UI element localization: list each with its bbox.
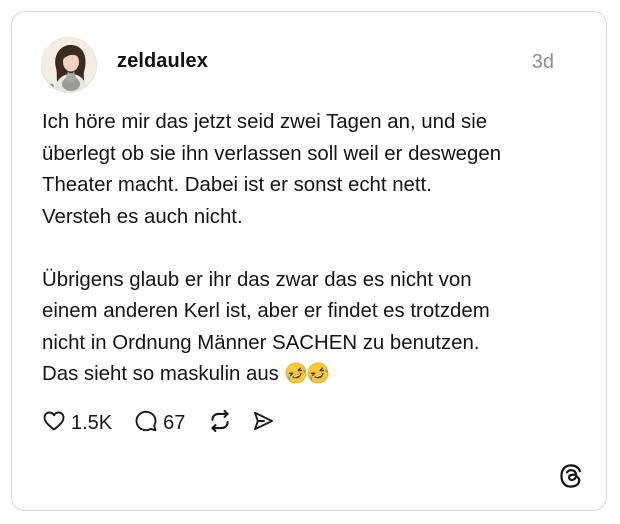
post-timestamp: 3d [531,51,554,73]
post-actions: 1.5K 67 [42,408,275,438]
like-button[interactable]: 1.5K [42,409,112,438]
text-line: Ich höre mir das jetzt seid zwei Tagen a… [42,111,488,133]
text-line: Theater macht. Dabei ist er sonst echt n… [42,174,432,196]
post-paragraph: Ich höre mir das jetzt seid zwei Tagen a… [42,107,582,233]
reply-count: 67 [163,411,186,434]
repost-icon [207,408,233,439]
send-icon [251,409,275,438]
share-button[interactable] [251,409,275,438]
repost-button[interactable] [207,408,233,439]
like-count: 1.5K [71,411,113,434]
author-username[interactable]: zeldaulex [117,50,208,73]
text-line: Versteh es auch nicht. [42,205,243,228]
reply-button[interactable]: 67 [134,409,185,438]
author-avatar[interactable] [41,37,97,93]
rolling-laughing-emoji-icon [285,362,307,395]
avatar-illustration [42,38,96,92]
text-line: Übrigens glaub er ihr das zwar das es ni… [42,268,472,291]
text-line: einem anderen Kerl ist, aber er findet e… [42,300,490,322]
heart-icon [42,409,66,438]
post-text: Ich höre mir das jetzt seid zwei Tagen a… [42,107,582,395]
text-line-with-emoji: Das sieht so maskulin aus [42,359,582,395]
post-paragraph: Übrigens glaub er ihr das zwar das es ni… [42,265,582,395]
threads-logo-icon [558,463,584,489]
speech-bubble-icon [134,409,158,438]
post-card[interactable]: zeldaulex 3d Ich höre mir das jetzt seid… [11,11,607,511]
text-line: Das sieht so maskulin aus [42,363,279,385]
rolling-laughing-emoji-icon [307,362,329,395]
text-line: überlegt ob sie ihn verlassen soll weil … [42,142,502,165]
text-line: nicht in Ordnung Männer SACHEN zu benutz… [42,331,480,354]
